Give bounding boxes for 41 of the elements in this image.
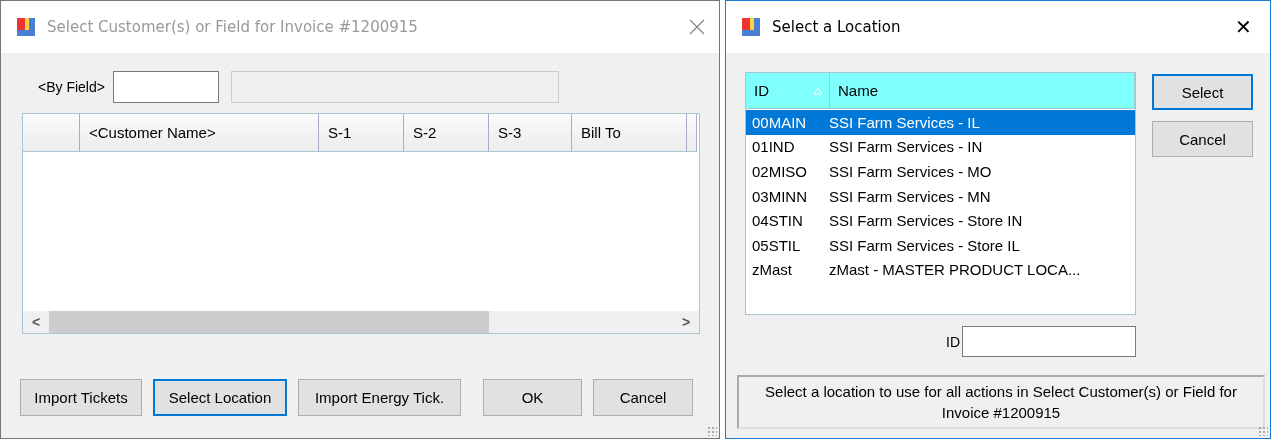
sort-ascending-icon	[813, 86, 823, 95]
window-title: Select Customer(s) or Field for Invoice #1200915	[47, 18, 418, 36]
list-row[interactable]: 04STIN SSI Farm Services - Store IN	[746, 208, 1135, 233]
column-header[interactable]	[687, 114, 697, 152]
scroll-right-arrow[interactable]: >	[673, 314, 699, 330]
resize-grip[interactable]	[707, 426, 717, 436]
column-header[interactable]: S-1	[319, 114, 404, 152]
id-input[interactable]	[962, 326, 1136, 357]
column-header[interactable]: Bill To	[572, 114, 687, 152]
list-row[interactable]: 00MAIN SSI Farm Services - IL	[746, 110, 1135, 135]
by-field-input[interactable]	[112, 71, 219, 103]
dialog-button[interactable]: Cancel	[1152, 121, 1253, 157]
close-icon[interactable]	[689, 19, 705, 35]
dialog-button[interactable]: OK	[483, 379, 582, 416]
app-icon	[17, 18, 35, 36]
resize-grip[interactable]	[1258, 426, 1268, 436]
list-row[interactable]: 03MINN SSI Farm Services - MN	[746, 183, 1135, 209]
window-title: Select a Location	[772, 18, 901, 36]
field-label: <By Field>	[38, 79, 105, 95]
dialog-button[interactable]: Import Energy Tick.	[298, 379, 461, 416]
column-header[interactable]: S-2	[404, 114, 489, 152]
list-row[interactable]: zMast zMast - MASTER PRODUCT LOCA...	[746, 257, 1135, 283]
scroll-thumb[interactable]	[49, 311, 489, 333]
column-header[interactable]: <Customer Name>	[80, 114, 319, 152]
list-row[interactable]: 02MISO SSI Farm Services - MO	[746, 159, 1135, 184]
list-row[interactable]: 01IND SSI Farm Services - IN	[746, 134, 1135, 160]
column-header[interactable]: Name	[830, 73, 1135, 109]
row-header-cell	[23, 114, 80, 152]
dialog-button[interactable]: Select Location	[153, 379, 287, 416]
list-row[interactable]: 05STIL SSI Farm Services - Store IL	[746, 232, 1135, 258]
scroll-left-arrow[interactable]: <	[23, 314, 49, 330]
dialog-button[interactable]: Select	[1152, 74, 1253, 110]
column-header[interactable]: S-3	[489, 114, 572, 152]
dialog-button[interactable]: Import Tickets	[20, 379, 142, 416]
app-icon	[742, 18, 760, 36]
dialog-button[interactable]: Cancel	[593, 379, 693, 416]
info-message: Select a location to use for all actions in Select Customer(s) or Field for Invoice #1200915	[737, 375, 1265, 429]
column-header[interactable]: ID	[746, 73, 830, 109]
close-button[interactable]: ✕	[1231, 15, 1256, 39]
horizontal-scrollbar[interactable]: < >	[23, 311, 699, 333]
id-label: ID	[946, 333, 960, 350]
